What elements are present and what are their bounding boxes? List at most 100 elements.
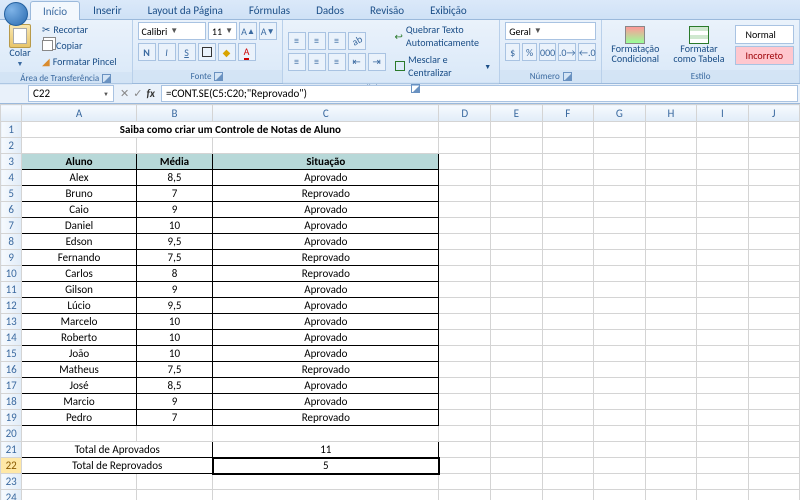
cell-J9[interactable] [748,250,799,266]
cell-A19[interactable]: Pedro [22,410,137,426]
cell-H23[interactable] [645,474,697,490]
cell-B18[interactable]: 9 [136,394,212,410]
row-header-5[interactable]: 5 [1,186,22,202]
col-header-G[interactable]: G [594,105,646,122]
cell-E24[interactable] [491,490,543,500]
cell-J8[interactable] [748,234,799,250]
cell-G11[interactable] [594,282,646,298]
cell-E13[interactable] [491,314,543,330]
cell-J20[interactable] [748,426,799,442]
cell-E17[interactable] [491,378,543,394]
formula-input[interactable]: =CONT.SE(C5:C20;"Reprovado") [161,85,798,102]
cell-J3[interactable] [748,154,799,170]
font-name-select[interactable]: Calibri▼ [138,22,206,40]
cell-B10[interactable]: 8 [136,266,212,282]
cell-B9[interactable]: 7,5 [136,250,212,266]
cell-H18[interactable] [645,394,697,410]
name-box[interactable]: C22▼ [28,85,114,102]
cell-C24[interactable] [213,490,439,500]
italic-button[interactable]: I [158,43,176,61]
cell-D20[interactable] [439,426,491,442]
cell-E6[interactable] [491,202,543,218]
cell-I22[interactable] [697,458,748,474]
cell-B17[interactable]: 8,5 [136,378,212,394]
cell-H16[interactable] [645,362,697,378]
cell-H12[interactable] [645,298,697,314]
cell-I10[interactable] [697,266,748,282]
cell-D1[interactable] [439,122,491,138]
cell-B15[interactable]: 10 [136,346,212,362]
cell-A16[interactable]: Matheus [22,362,137,378]
cell-G17[interactable] [594,378,646,394]
cell-style-bad[interactable]: Incorreto [735,46,794,65]
cell-J22[interactable] [748,458,799,474]
cell-F15[interactable] [542,346,593,362]
cell-E15[interactable] [491,346,543,362]
cell-C21[interactable]: 11 [213,442,439,458]
cell-F18[interactable] [542,394,593,410]
row-header-10[interactable]: 10 [1,266,22,282]
cell-D10[interactable] [439,266,491,282]
row-header-7[interactable]: 7 [1,218,22,234]
align-middle-button[interactable]: ≡ [308,32,326,50]
cell-G13[interactable] [594,314,646,330]
fx-icon[interactable]: fx [146,87,155,100]
cell-D3[interactable] [439,154,491,170]
cell-H3[interactable] [645,154,697,170]
cell-B6[interactable]: 9 [136,202,212,218]
cell-C2[interactable] [213,138,439,154]
tab-revis-o[interactable]: Revisão [357,0,417,19]
cell-J16[interactable] [748,362,799,378]
row-header-2[interactable]: 2 [1,138,22,154]
cell-C3[interactable]: Situação [213,154,439,170]
cell-A9[interactable]: Fernando [22,250,137,266]
col-header-J[interactable]: J [748,105,799,122]
indent-dec-button[interactable]: ⇤ [348,53,366,71]
cell-G5[interactable] [594,186,646,202]
cell-C5[interactable]: Reprovado [213,186,439,202]
format-painter-button[interactable]: ◢Formatar Pincel [39,54,120,69]
cell-F23[interactable] [542,474,593,490]
cell-E3[interactable] [491,154,543,170]
cell-D11[interactable] [439,282,491,298]
cell-G1[interactable] [594,122,646,138]
cell-G15[interactable] [594,346,646,362]
cell-C23[interactable] [213,474,439,490]
cell-E18[interactable] [491,394,543,410]
cell-D12[interactable] [439,298,491,314]
cell-B20[interactable] [136,426,212,442]
row-header-17[interactable]: 17 [1,378,22,394]
cell-H2[interactable] [645,138,697,154]
cell-J15[interactable] [748,346,799,362]
select-all-corner[interactable] [1,105,22,122]
cell-A12[interactable]: Lúcio [22,298,137,314]
col-header-D[interactable]: D [439,105,491,122]
align-top-button[interactable]: ≡ [288,32,306,50]
cell-G2[interactable] [594,138,646,154]
cell-B23[interactable] [136,474,212,490]
cell-E22[interactable] [491,458,543,474]
cell-F7[interactable] [542,218,593,234]
row-header-14[interactable]: 14 [1,330,22,346]
cell-I1[interactable] [697,122,748,138]
cell-D7[interactable] [439,218,491,234]
grow-font-button[interactable]: A▲ [239,22,257,40]
cell-F21[interactable] [542,442,593,458]
cell-I15[interactable] [697,346,748,362]
cell-H15[interactable] [645,346,697,362]
row-header-9[interactable]: 9 [1,250,22,266]
cell-I24[interactable] [697,490,748,500]
cell-E16[interactable] [491,362,543,378]
cell-C19[interactable]: Reprovado [213,410,439,426]
cell-A24[interactable] [22,490,137,500]
cell-A22[interactable]: Total de Reprovados [22,458,213,474]
cell-G24[interactable] [594,490,646,500]
cell-B24[interactable] [136,490,212,500]
cell-G9[interactable] [594,250,646,266]
cell-E21[interactable] [491,442,543,458]
tab-in-cio[interactable]: Início [30,1,80,20]
cell-I4[interactable] [697,170,748,186]
cell-A23[interactable] [22,474,137,490]
cell-F22[interactable] [542,458,593,474]
cell-G16[interactable] [594,362,646,378]
